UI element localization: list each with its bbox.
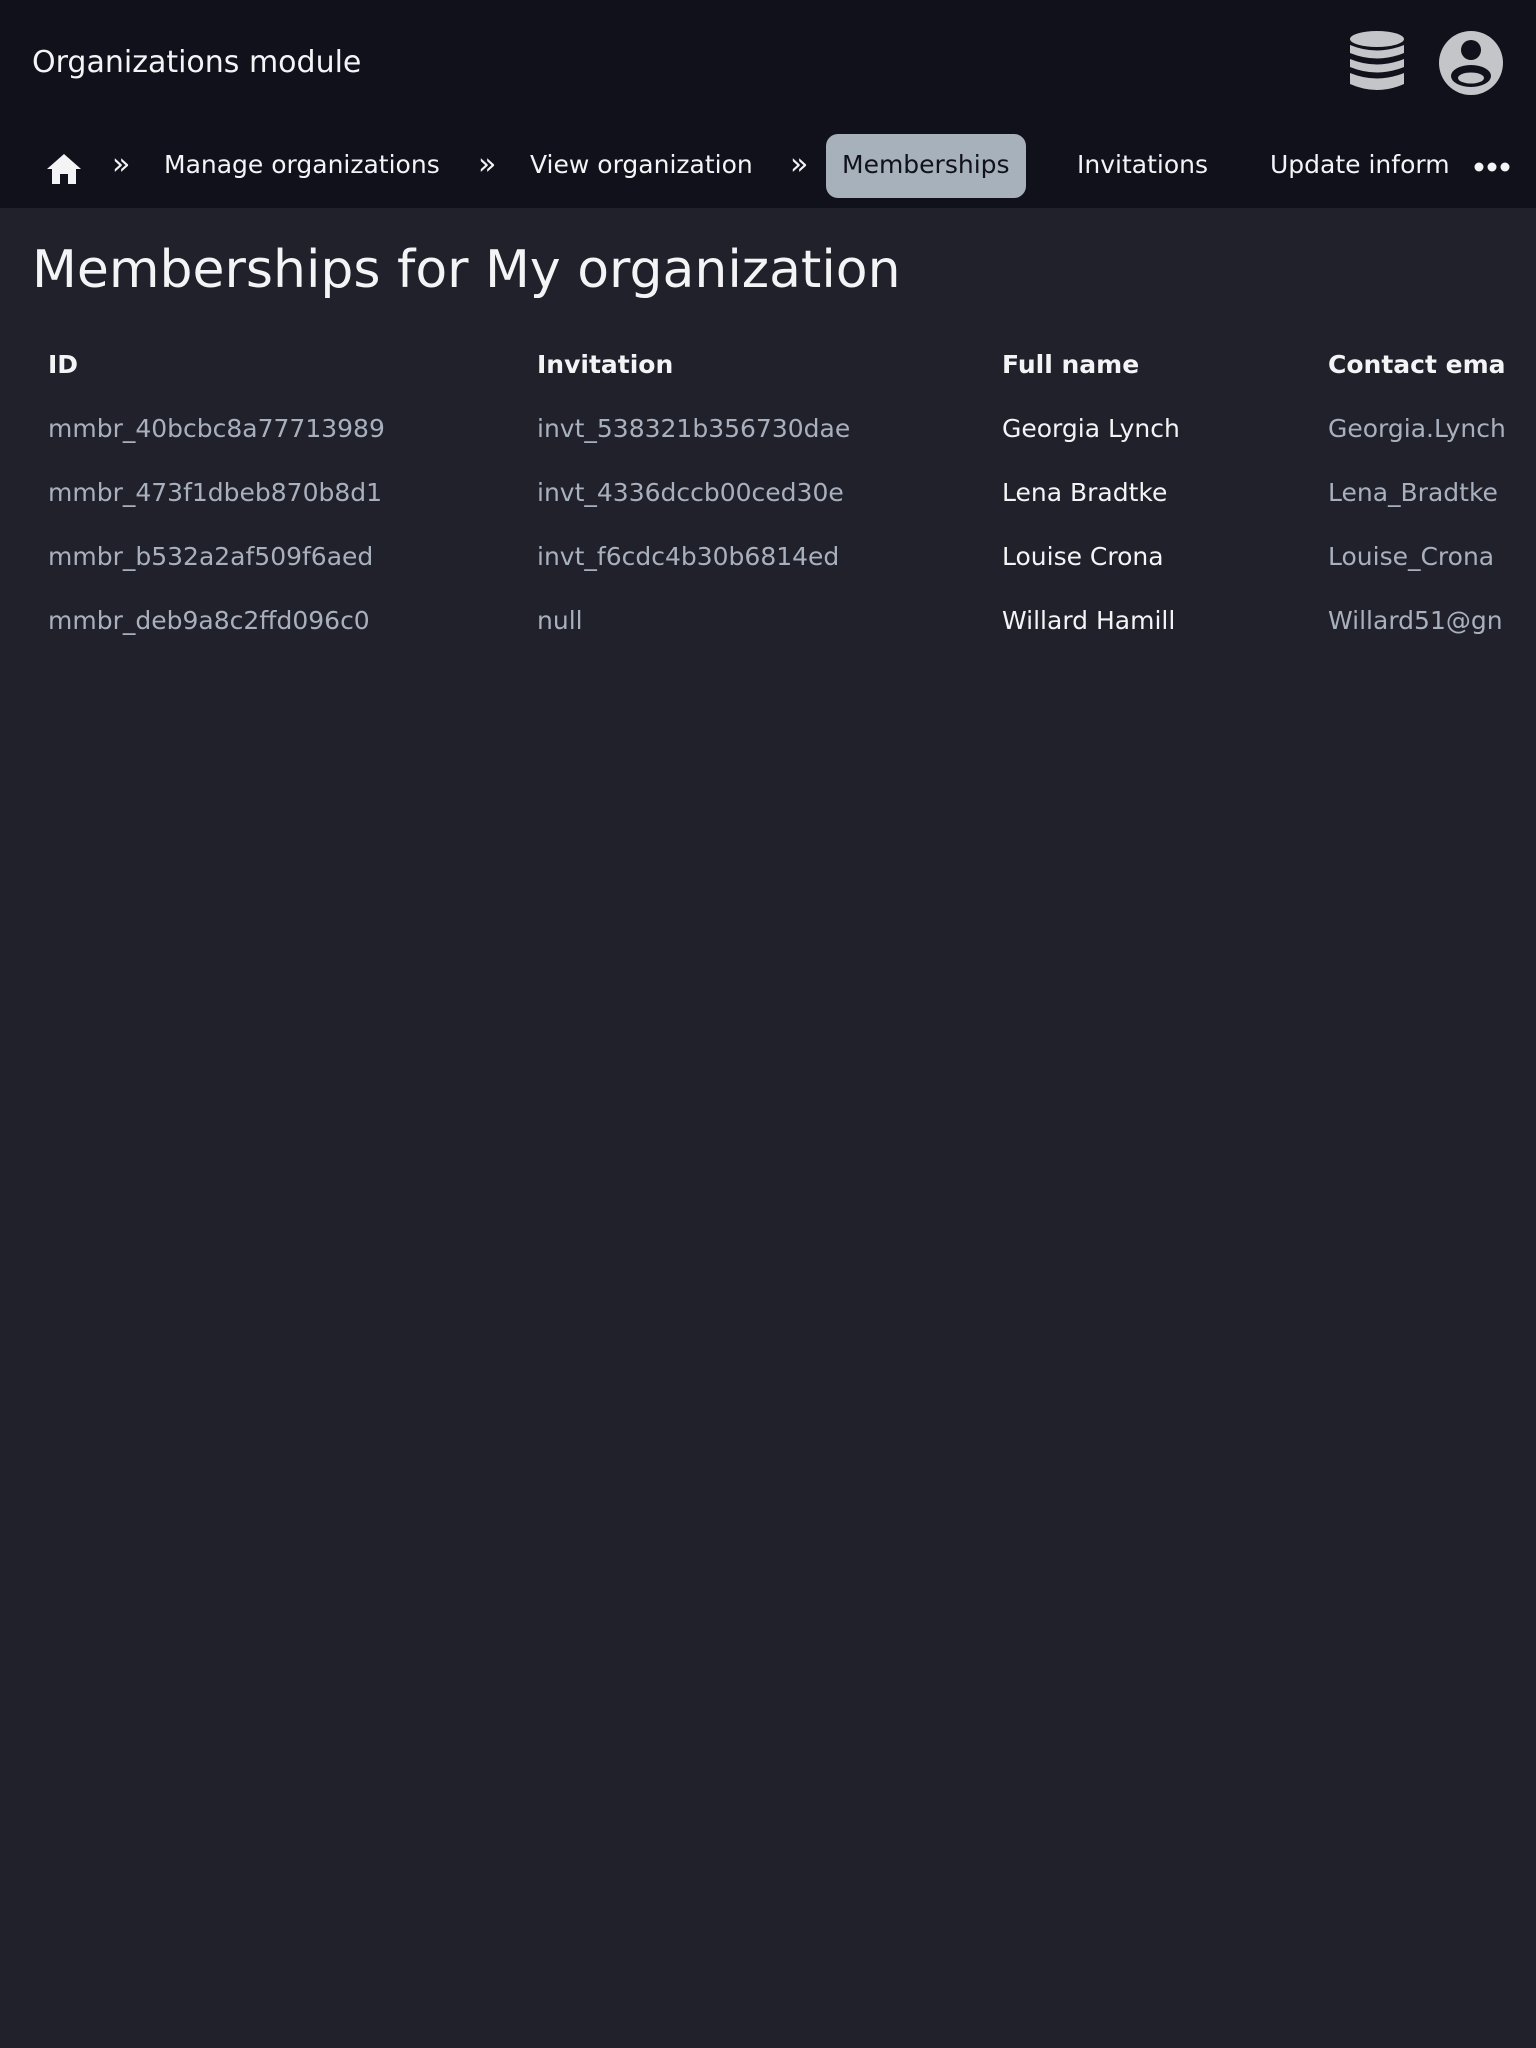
tab-memberships[interactable]: Memberships xyxy=(826,134,1026,198)
column-header-id: ID xyxy=(48,350,79,379)
column-header-contact-email: Contact ema xyxy=(1328,350,1504,379)
breadcrumb-separator: » xyxy=(478,147,497,182)
cell-invitation: invt_4336dccb00ced30e xyxy=(537,478,844,507)
cell-invitation: invt_f6cdc4b30b6814ed xyxy=(537,542,840,571)
home-link[interactable] xyxy=(44,149,84,189)
memberships-table: ID Invitation Full name Contact ema mmbr… xyxy=(32,332,1504,652)
update-information-clip: Update inform xyxy=(1270,147,1460,183)
cell-invitation: null xyxy=(537,606,583,635)
cell-full-name: Georgia Lynch xyxy=(1002,414,1180,443)
cell-full-name: Lena Bradtke xyxy=(1002,478,1168,507)
page-title: Memberships for My organization xyxy=(32,240,901,300)
cell-contact-email: Lena_Bradtke xyxy=(1328,478,1498,507)
column-header-invitation: Invitation xyxy=(537,350,674,379)
more-horizontal-icon xyxy=(1474,162,1510,172)
breadcrumb-separator: » xyxy=(790,147,809,182)
nav-view-organization[interactable]: View organization xyxy=(530,147,753,183)
tab-update-information[interactable]: Update inform xyxy=(1270,147,1460,183)
breadcrumb-nav: » Manage organizations » View organizati… xyxy=(0,127,1536,208)
cell-contact-email: Louise_Crona xyxy=(1328,542,1495,571)
cell-invitation: invt_538321b356730dae xyxy=(537,414,851,443)
cell-full-name: Louise Crona xyxy=(1002,542,1164,571)
column-header-full-name: Full name xyxy=(1002,350,1140,379)
account-button[interactable] xyxy=(1438,30,1504,96)
database-button[interactable] xyxy=(1344,30,1410,96)
more-button[interactable] xyxy=(1470,147,1514,187)
home-icon xyxy=(47,154,81,184)
top-app-bar: Organizations module xyxy=(0,0,1536,127)
cell-contact-email: Willard51@gn xyxy=(1328,606,1503,635)
cell-id: mmbr_473f1dbeb870b8d1 xyxy=(48,478,383,507)
tab-invitations[interactable]: Invitations xyxy=(1077,147,1208,183)
cell-id: mmbr_deb9a8c2ffd096c0 xyxy=(48,606,370,635)
cell-full-name: Willard Hamill xyxy=(1002,606,1176,635)
app-title: Organizations module xyxy=(32,45,362,80)
cell-id: mmbr_b532a2af509f6aed xyxy=(48,542,374,571)
nav-manage-organizations[interactable]: Manage organizations xyxy=(164,147,440,183)
account-circle-icon xyxy=(1439,31,1503,95)
cell-id: mmbr_40bcbc8a77713989 xyxy=(48,414,385,443)
database-icon xyxy=(1350,31,1404,90)
cell-contact-email: Georgia.Lynch xyxy=(1328,414,1504,443)
breadcrumb-separator: » xyxy=(112,147,131,182)
